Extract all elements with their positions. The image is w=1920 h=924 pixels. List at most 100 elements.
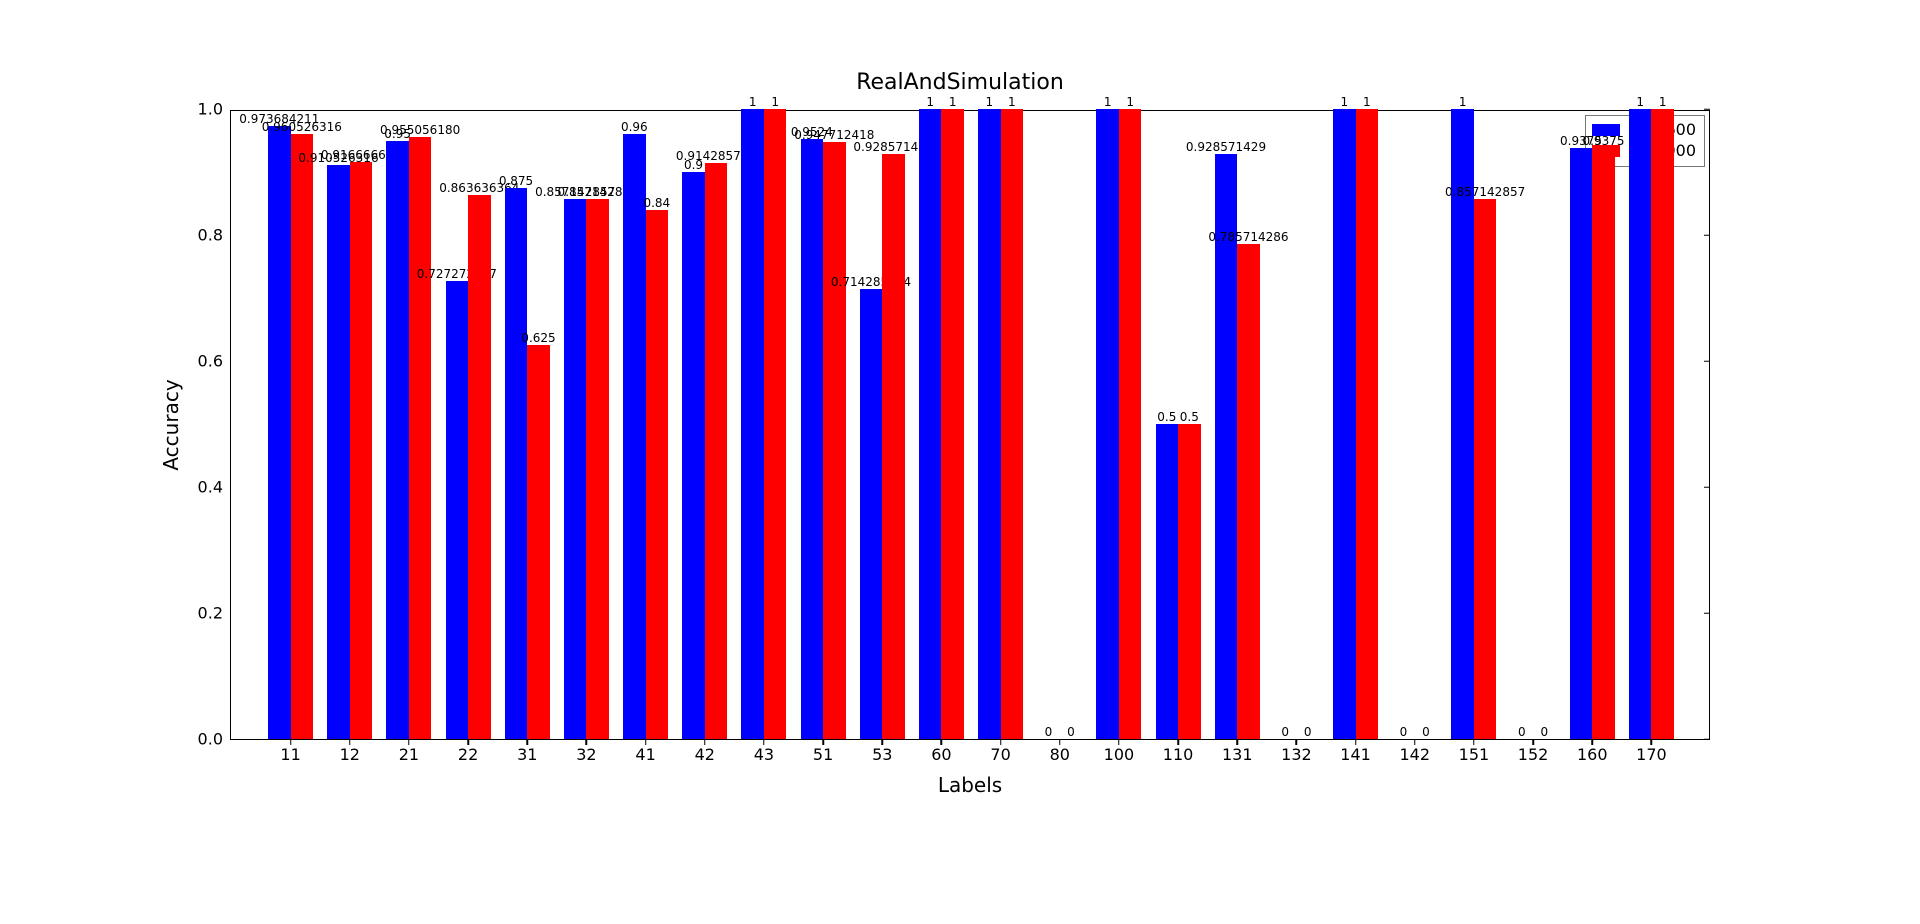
- bar-iter6600: 0.9: [682, 172, 704, 739]
- y-tick-mark: [1704, 360, 1710, 362]
- x-tick-label: 131: [1222, 745, 1253, 764]
- bar-value-label: 0: [1518, 726, 1526, 739]
- x-tick-label: 51: [813, 745, 833, 764]
- bar-iter6600: 0.714285714: [860, 289, 882, 739]
- bar-iter6600: 1: [978, 109, 1000, 739]
- bar-value-label: 0.928571429: [1186, 141, 1266, 154]
- x-tick-label: 141: [1340, 745, 1371, 764]
- x-tick-label: 151: [1459, 745, 1490, 764]
- bar-iter7000: 0.914285714: [705, 163, 727, 739]
- bar-iter7000: 0.5: [1178, 424, 1200, 739]
- bar-value-label: 0: [1422, 726, 1430, 739]
- bar-value-label: 1: [949, 96, 957, 109]
- x-tick-label: 70: [990, 745, 1010, 764]
- y-tick-mark: [1704, 486, 1710, 488]
- x-tick-label: 32: [576, 745, 596, 764]
- x-axis-label: Labels: [938, 773, 1002, 797]
- y-tick-mark: [1704, 738, 1710, 740]
- x-tick-label: 110: [1163, 745, 1194, 764]
- bar-iter7000: 0.785714286: [1237, 244, 1259, 739]
- y-tick-mark: [1704, 108, 1710, 110]
- bar-iter7000: 0.960526316: [291, 134, 313, 739]
- bar-iter6600: 0.875: [505, 188, 527, 739]
- chart-title: RealAndSimulation: [180, 70, 1740, 95]
- y-tick-label: 0.8: [198, 226, 223, 245]
- x-tick-label: 12: [340, 745, 360, 764]
- bar-iter7000: 0.947712418: [823, 142, 845, 739]
- bar-value-label: 0: [1281, 726, 1289, 739]
- bar-iter7000: 0.9375: [1592, 148, 1614, 739]
- bar-value-label: 0: [1540, 726, 1548, 739]
- y-axis-label: Accuracy: [159, 379, 183, 470]
- bar-iter7000: 1: [1356, 109, 1378, 739]
- bar-value-label: 1: [926, 96, 934, 109]
- bar-value-label: 0: [1400, 726, 1408, 739]
- bar-value-label: 1: [1341, 96, 1349, 109]
- bar-value-label: 0.785714286: [1208, 231, 1288, 244]
- bar-value-label: 0.625: [521, 332, 555, 345]
- x-tick-label: 152: [1518, 745, 1549, 764]
- bar-value-label: 1: [1636, 96, 1644, 109]
- bar-value-label: 1: [1659, 96, 1667, 109]
- y-tick-mark: [1704, 234, 1710, 236]
- y-tick-label: 0.0: [198, 730, 223, 749]
- bar-iter7000: 0.916666667: [350, 162, 372, 740]
- bar-value-label: 0.857142857: [1445, 186, 1525, 199]
- bar-iter6600: 0.857142857: [564, 199, 586, 739]
- bar-value-label: 0.9375: [1582, 135, 1624, 148]
- bar-iter6600: 0.5: [1156, 424, 1178, 739]
- bar-iter7000: 1: [1001, 109, 1023, 739]
- bar-value-label: 1: [1008, 96, 1016, 109]
- x-tick-label: 170: [1636, 745, 1667, 764]
- bar-value-label: 1: [1459, 96, 1467, 109]
- bar-iter6600: 1: [1451, 109, 1473, 739]
- bar-value-label: 1: [1126, 96, 1134, 109]
- bar-value-label: 0.96: [621, 121, 648, 134]
- bar-value-label: 1: [986, 96, 994, 109]
- bar-value-label: 0.5: [1180, 411, 1199, 424]
- y-tick-label: 0.2: [198, 604, 223, 623]
- bar-iter6600: 1: [1629, 109, 1651, 739]
- x-tick-label: 11: [280, 745, 300, 764]
- y-tick-mark: [1704, 612, 1710, 614]
- bar-iter7000: 1: [764, 109, 786, 739]
- bar-iter6600: 1: [1333, 109, 1355, 739]
- chart-container: RealAndSimulation Accuracy Labels iter66…: [180, 70, 1740, 820]
- bar-iter6600: 0.96: [623, 134, 645, 739]
- bar-value-label: 1: [771, 96, 779, 109]
- bar-value-label: 0.5: [1157, 411, 1176, 424]
- x-tick-label: 21: [399, 745, 419, 764]
- bar-value-label: 1: [749, 96, 757, 109]
- bar-value-label: 0: [1067, 726, 1075, 739]
- bar-iter7000: 1: [941, 109, 963, 739]
- y-tick-label: 0.4: [198, 478, 223, 497]
- bar-iter7000: 0.955056180: [409, 137, 431, 739]
- bar-value-label: 0.960526316: [262, 121, 342, 134]
- x-tick-label: 80: [1050, 745, 1070, 764]
- y-tick-label: 0.6: [198, 352, 223, 371]
- bar-value-label: 0: [1045, 726, 1053, 739]
- x-tick-label: 53: [872, 745, 892, 764]
- y-tick-label: 1.0: [198, 100, 223, 119]
- bar-iter7000: 0.625: [527, 345, 549, 739]
- bar-iter7000: 1: [1119, 109, 1141, 739]
- bar-iter7000: 0.84: [646, 210, 668, 739]
- bar-value-label: 1: [1104, 96, 1112, 109]
- bar-value-label: 1: [1363, 96, 1371, 109]
- bar-value-label: 0: [1304, 726, 1312, 739]
- x-tick-label: 43: [754, 745, 774, 764]
- bar-iter7000: 0.928571429: [882, 154, 904, 739]
- x-tick-label: 160: [1577, 745, 1608, 764]
- bar-iter6600: 0.910526316: [327, 165, 349, 739]
- bar-iter7000: 0.857142857: [586, 199, 608, 739]
- bar-iter6600: 0.9524: [801, 139, 823, 739]
- x-tick-label: 22: [458, 745, 478, 764]
- bar-iter7000: 1: [1651, 109, 1673, 739]
- bar-value-label: 0.955056180: [380, 124, 460, 137]
- x-tick-label: 100: [1104, 745, 1135, 764]
- bar-value-label: 0.875: [499, 175, 533, 188]
- bar-iter6600: 0.9375: [1570, 148, 1592, 739]
- bar-iter6600: 0.95: [386, 141, 408, 740]
- x-tick-label: 132: [1281, 745, 1312, 764]
- bar-iter6600: 0.973684211: [268, 126, 290, 739]
